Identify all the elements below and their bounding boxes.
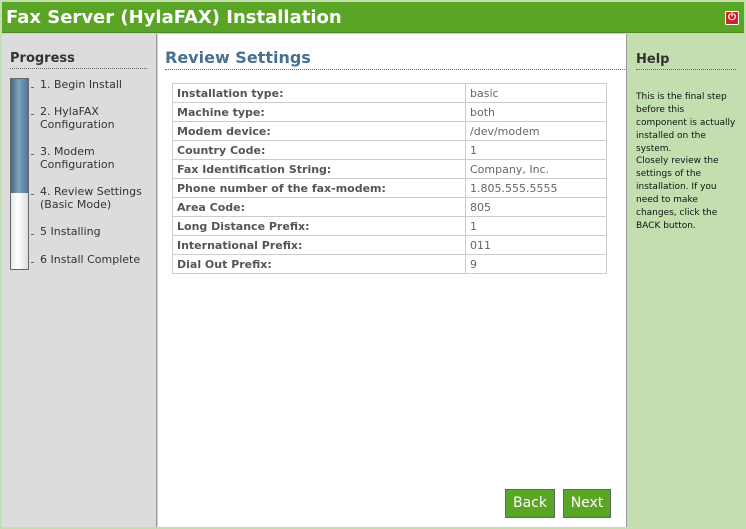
help-panel: Help This is the final step before this …	[628, 34, 744, 527]
progress-bar-fill	[11, 79, 28, 193]
table-row: Long Distance Prefix: 1	[172, 216, 607, 236]
setting-value: /dev/modem	[465, 121, 607, 141]
table-row: Area Code: 805	[172, 197, 607, 217]
settings-table: Installation type: basic Machine type: both…	[172, 83, 607, 274]
progress-bar	[10, 78, 29, 270]
progress-step-label: 2. HylaFAX	[40, 105, 99, 118]
progress-step: 2. HylaFAX Configuration	[40, 105, 115, 131]
table-row: Country Code: 1	[172, 140, 607, 160]
help-heading: Help	[636, 52, 736, 70]
power-icon[interactable]: ⏻	[725, 11, 739, 25]
progress-step: 6 Install Complete	[40, 253, 140, 266]
setting-value: both	[465, 102, 607, 122]
progress-tick	[31, 154, 34, 155]
progress-step: 4. Review Settings (Basic Mode)	[40, 185, 142, 211]
progress-step-label: 5 Installing	[40, 225, 101, 238]
setting-value: basic	[465, 83, 607, 103]
table-row: Modem device:/dev/modem	[172, 121, 607, 141]
progress-step: 5 Installing	[40, 225, 101, 238]
progress-step-label: 3. Modem	[40, 145, 95, 158]
progress-tick	[31, 262, 34, 263]
setting-value: 011	[465, 235, 607, 255]
setting-label: Modem device:	[172, 121, 466, 141]
setting-value: Company, Inc.	[465, 159, 607, 179]
window-title: Fax Server (HylaFAX) Installation	[6, 7, 342, 28]
progress-step-label: Configuration	[40, 158, 115, 171]
table-row: Dial Out Prefix: 9	[172, 254, 607, 274]
page-title: Review Settings	[165, 48, 627, 70]
setting-label: Dial Out Prefix:	[172, 254, 466, 274]
progress-step: 1. Begin Install	[40, 78, 122, 91]
help-text: This is the final step before this compo…	[636, 92, 736, 154]
table-row: Fax Identification String: Company, Inc.	[172, 159, 607, 179]
setting-label: Machine type:	[172, 102, 466, 122]
progress-step-label: Configuration	[40, 118, 115, 131]
main-panel: Review Settings Installation type: basic M…	[158, 34, 627, 527]
progress-step: 3. Modem Configuration	[40, 145, 115, 171]
progress-step-label: 6 Install Complete	[40, 253, 141, 266]
table-row: Installation type: basic	[172, 83, 607, 103]
setting-label: Long Distance Prefix:	[172, 216, 466, 236]
table-row: Phone number of the fax-modem: 1.805.555.…	[172, 178, 607, 198]
setting-label: Area Code:	[172, 197, 466, 217]
setting-value: 9	[465, 254, 607, 274]
setting-value: 1	[465, 216, 607, 236]
setting-value: 1.805.555.5555	[465, 178, 607, 198]
table-row: Machine type: both	[172, 102, 607, 122]
next-button[interactable]: Next	[563, 489, 611, 518]
progress-step-label: 4. Review Settings	[40, 185, 142, 198]
progress-step-label: (Basic Mode)	[40, 198, 112, 211]
setting-label: Fax Identification String:	[172, 159, 466, 179]
setting-value: 1	[465, 140, 607, 160]
progress-tick	[31, 194, 34, 195]
progress-heading: Progress	[10, 51, 147, 69]
setting-label: Country Code:	[172, 140, 466, 160]
back-button[interactable]: Back	[505, 489, 555, 518]
setting-label: International Prefix:	[172, 235, 466, 255]
setting-label: Installation type:	[172, 83, 466, 103]
table-row: International Prefix: 011	[172, 235, 607, 255]
progress-tick	[31, 234, 34, 235]
progress-tick	[31, 87, 34, 88]
title-bar: Fax Server (HylaFAX) Installation ⏻	[2, 2, 744, 33]
setting-value: 805	[465, 197, 607, 217]
setting-label: Phone number of the fax-modem:	[172, 178, 466, 198]
help-text: Closely review the settings of the insta…	[636, 156, 719, 231]
progress-step-label: 1. Begin Install	[40, 78, 122, 91]
progress-tick	[31, 114, 34, 115]
progress-sidebar: Progress 1. Begin Install 2. HylaFAX Confi…	[2, 34, 157, 527]
